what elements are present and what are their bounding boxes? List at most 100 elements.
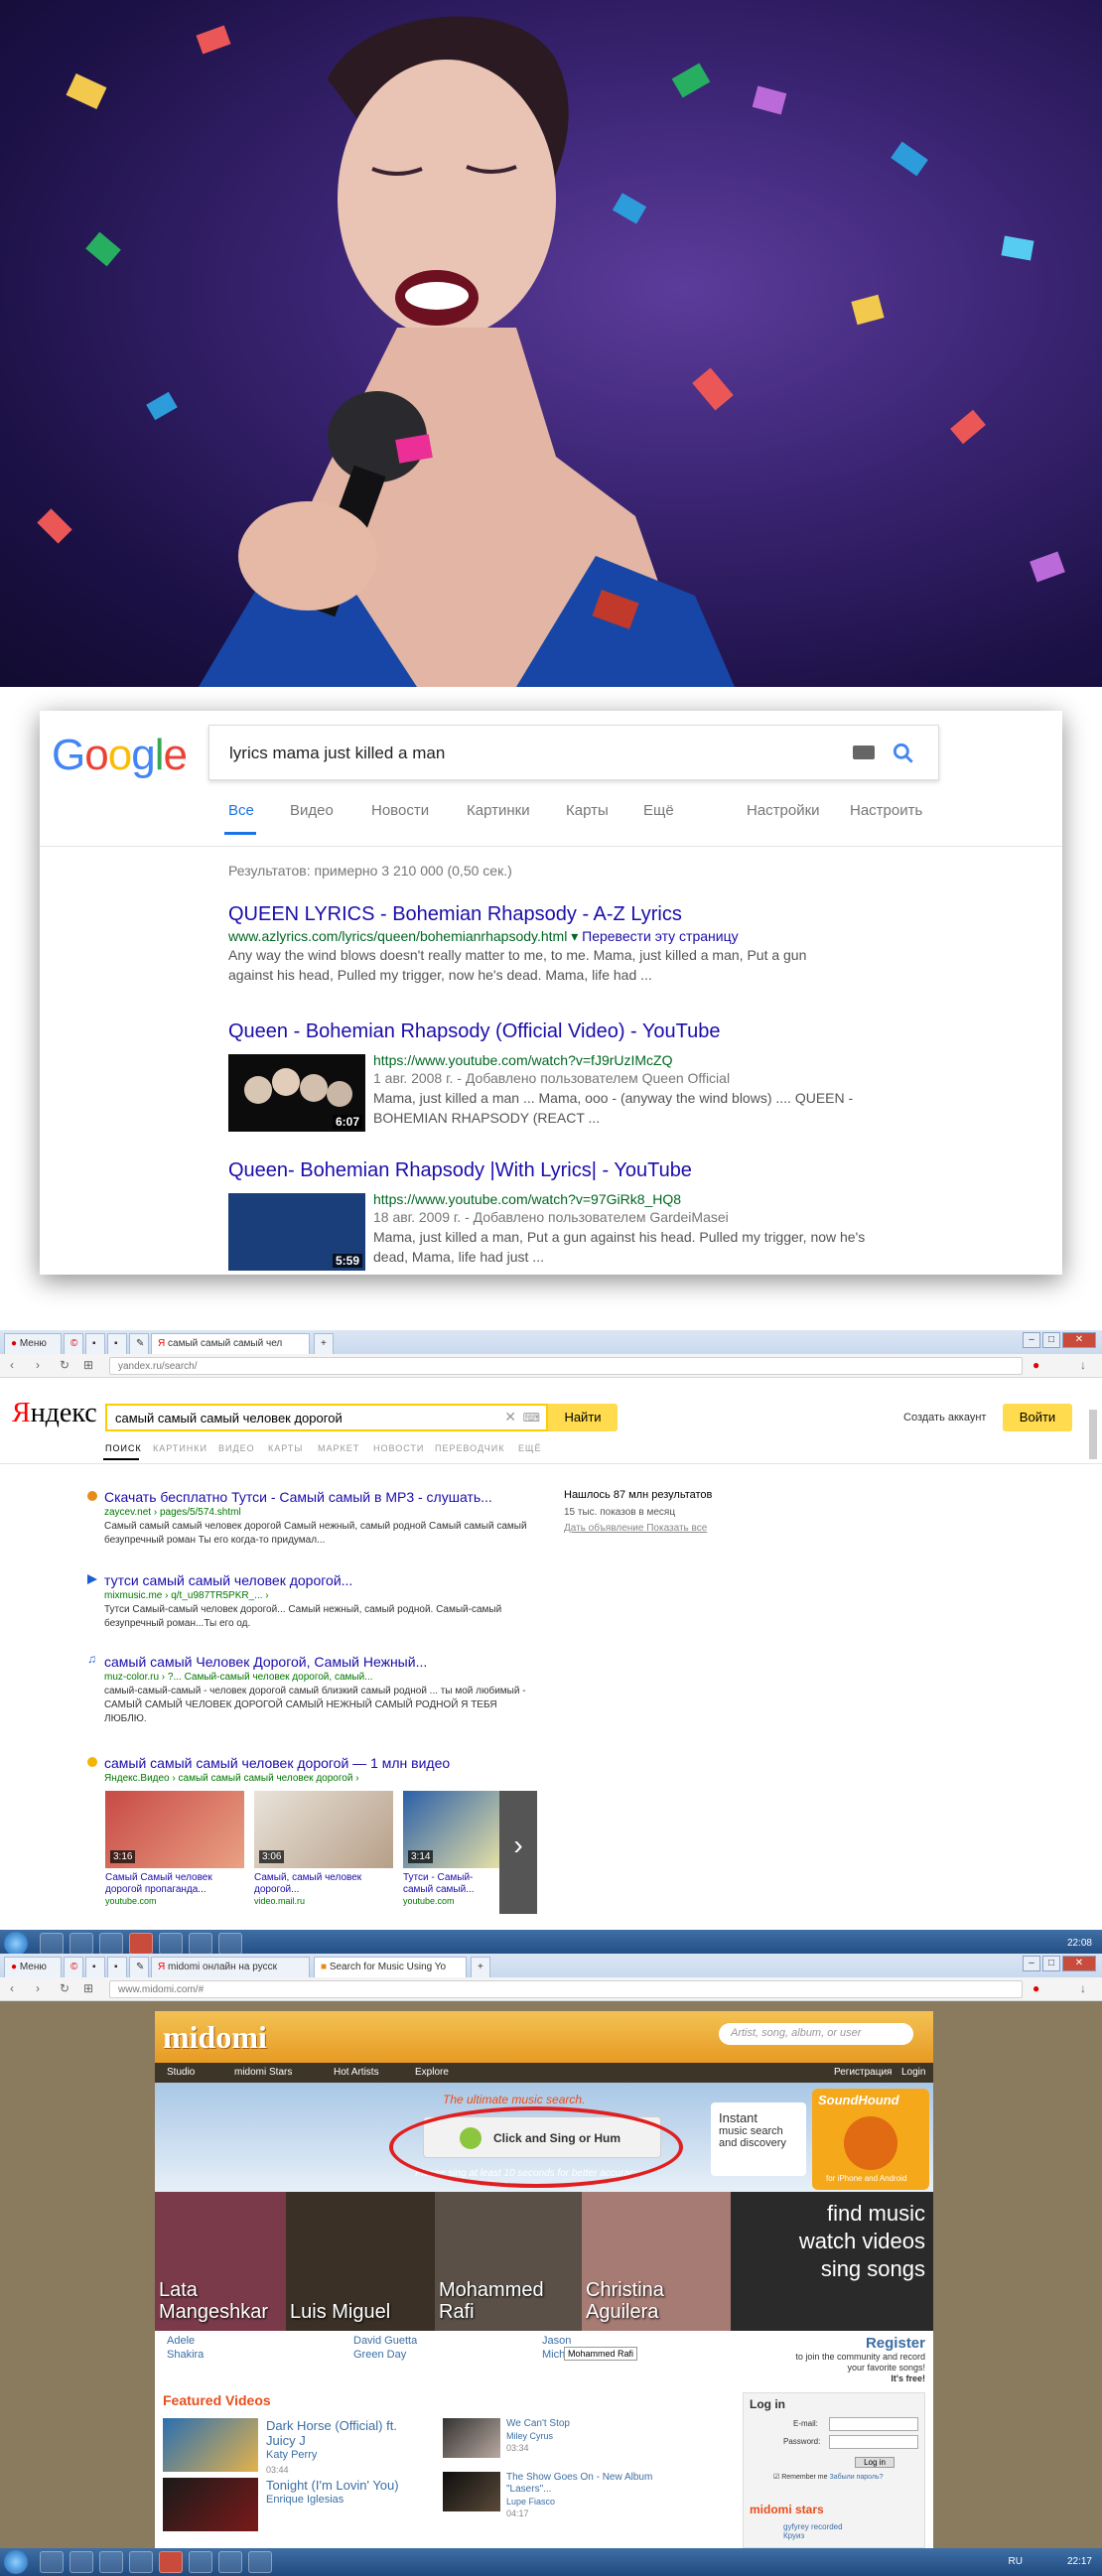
- artist-tile[interactable]: Lata Mangeshkar: [155, 2192, 286, 2331]
- star-entry[interactable]: gyfyrey recorded Круиз: [783, 2522, 843, 2540]
- tab-pinned[interactable]: ▪: [85, 1333, 105, 1354]
- video-caption[interactable]: Самый Самый человек дорогой пропаганда..…: [105, 1872, 244, 1896]
- taskbar-app[interactable]: [99, 2551, 123, 2573]
- forward-icon[interactable]: ›: [36, 1358, 40, 1372]
- taskbar-app[interactable]: [248, 2551, 272, 2573]
- yandex-search-button[interactable]: Найти: [548, 1404, 618, 1431]
- download-icon[interactable]: ↓: [1080, 1981, 1086, 1995]
- result-url[interactable]: https://www.youtube.com/watch?v=fJ9rUzIM…: [373, 1052, 1029, 1068]
- tab-pinned[interactable]: ▪: [85, 1957, 105, 1977]
- google-search-box[interactable]: lyrics mama just killed a man: [208, 725, 939, 780]
- video-title[interactable]: We Can't Stop Miley Cyrus 03:34: [506, 2418, 665, 2454]
- nav-news[interactable]: НОВОСТИ: [373, 1443, 424, 1453]
- taskbar-app[interactable]: [159, 1933, 183, 1955]
- taskbar-app[interactable]: [40, 1933, 64, 1955]
- artist-tile[interactable]: Mohammed Rafi: [435, 2192, 582, 2331]
- video-card[interactable]: 3:16 Самый Самый человек дорогой пропага…: [105, 1791, 244, 1906]
- artist-link[interactable]: Shakira: [167, 2349, 204, 2361]
- taskbar-app[interactable]: [189, 1933, 212, 1955]
- minimize-button[interactable]: –: [1023, 1332, 1040, 1348]
- yandex-search-box[interactable]: самый самый самый человек дорогой ✕ ⌨: [105, 1404, 548, 1431]
- login-top-link[interactable]: Login: [901, 2067, 925, 2078]
- minimize-button[interactable]: –: [1023, 1956, 1040, 1971]
- new-tab-button[interactable]: +: [314, 1333, 334, 1354]
- nav-maps[interactable]: КАРТЫ: [268, 1443, 303, 1453]
- result-title[interactable]: самый самый самый человек дорогой — 1 мл…: [104, 1755, 450, 1771]
- carousel-next-button[interactable]: ›: [499, 1791, 537, 1914]
- video-thumbnail[interactable]: [443, 2472, 500, 2511]
- result-url[interactable]: zaycev.net › pages/5/574.shtml: [104, 1507, 241, 1518]
- video-thumbnail[interactable]: 5:59: [228, 1193, 365, 1271]
- nav-explore[interactable]: Explore: [415, 2067, 449, 2078]
- result-title[interactable]: самый самый Человек Дорогой, Самый Нежны…: [104, 1654, 427, 1670]
- google-logo[interactable]: Google: [52, 731, 188, 780]
- video-artist[interactable]: Enrique Iglesias: [266, 2493, 425, 2508]
- video-thumbnail[interactable]: [443, 2418, 500, 2458]
- taskbar-app[interactable]: [69, 1933, 93, 1955]
- result-title[interactable]: тутси самый самый человек дорогой...: [104, 1572, 352, 1588]
- remember-checkbox[interactable]: ☑: [773, 2474, 779, 2481]
- taskbar-app[interactable]: [218, 1933, 242, 1955]
- nav-translate[interactable]: ПЕРЕВОДЧИК: [435, 1443, 504, 1453]
- artist-link[interactable]: David Guetta: [353, 2335, 417, 2347]
- tab-all[interactable]: Все: [228, 802, 254, 819]
- video-card[interactable]: 3:06 Самый, самый человек дорогой... vid…: [254, 1791, 393, 1906]
- video-thumbnail[interactable]: [163, 2418, 258, 2472]
- tab-pinned[interactable]: ✎: [129, 1333, 149, 1354]
- tab-settings[interactable]: Настройки: [747, 802, 820, 819]
- video-title[interactable]: Tonight (I'm Lovin' You) Enrique Iglesia…: [266, 2478, 425, 2508]
- maximize-button[interactable]: □: [1042, 1956, 1060, 1971]
- video-thumbnail[interactable]: 6:07: [228, 1054, 365, 1132]
- nav-more[interactable]: ЕЩЁ: [518, 1443, 541, 1453]
- video-thumbnail[interactable]: 3:16: [105, 1791, 244, 1868]
- soundhound-promo[interactable]: SoundHound for iPhone and Android: [812, 2089, 929, 2190]
- video-title[interactable]: Dark Horse (Official) ft. Juicy J Katy P…: [266, 2418, 425, 2478]
- yandex-login-button[interactable]: Войти: [1003, 1404, 1072, 1431]
- create-account-link[interactable]: Создать аккаунт: [903, 1412, 986, 1424]
- nav-video[interactable]: ВИДЕО: [218, 1443, 255, 1453]
- tab-pinned[interactable]: ✎: [129, 1957, 149, 1977]
- register-top-link[interactable]: Регистрация: [834, 2067, 892, 2078]
- taskbar-app[interactable]: [189, 2551, 212, 2573]
- forgot-password-link[interactable]: Забыли пароль?: [829, 2474, 883, 2481]
- video-title[interactable]: The Show Goes On - New Album "Lasers"...…: [506, 2472, 665, 2519]
- taskbar-clock[interactable]: 22:08: [1067, 1938, 1092, 1949]
- midomi-logo[interactable]: midomi: [163, 2019, 267, 2056]
- start-button[interactable]: [4, 2550, 28, 2574]
- new-tab-button[interactable]: +: [471, 1957, 490, 1977]
- taskbar-app[interactable]: [218, 2551, 242, 2573]
- taskbar-app-opera[interactable]: [159, 2551, 183, 2573]
- tab-images[interactable]: Картинки: [467, 802, 530, 819]
- video-artist[interactable]: Lupe Fiasco: [506, 2496, 665, 2508]
- video-thumbnail[interactable]: 3:06: [254, 1791, 393, 1868]
- nav-studio[interactable]: Studio: [167, 2067, 195, 2078]
- taskbar-clock[interactable]: 22:17: [1067, 2556, 1092, 2567]
- back-icon[interactable]: ‹: [10, 1981, 14, 1995]
- yandex-search-query[interactable]: самый самый самый человек дорогой: [115, 1411, 343, 1425]
- result-url[interactable]: https://www.youtube.com/watch?v=97GiRk8_…: [373, 1191, 1029, 1207]
- clear-icon[interactable]: ✕: [504, 1409, 516, 1425]
- language-indicator[interactable]: RU: [1009, 2556, 1023, 2567]
- result-title[interactable]: Queen - Bohemian Rhapsody (Official Vide…: [228, 1020, 1042, 1043]
- nav-images[interactable]: КАРТИНКИ: [153, 1443, 207, 1453]
- yandex-logo[interactable]: Яндекс: [12, 1398, 97, 1429]
- result-title[interactable]: QUEEN LYRICS - Bohemian Rhapsody - A-Z L…: [228, 903, 1042, 926]
- video-thumbnail[interactable]: 3:14: [403, 1791, 502, 1868]
- tab-news[interactable]: Новости: [371, 802, 429, 819]
- adblock-icon[interactable]: ●: [1033, 1358, 1039, 1372]
- tab-pinned[interactable]: ▪: [107, 1957, 127, 1977]
- nav-search[interactable]: ПОИСК: [105, 1443, 142, 1453]
- tab-menu[interactable]: ● Меню: [4, 1333, 62, 1354]
- video-caption[interactable]: Самый, самый человек дорогой...: [254, 1872, 393, 1896]
- search-icon[interactable]: [891, 741, 916, 766]
- artist-link[interactable]: Adele: [167, 2335, 195, 2347]
- video-artist[interactable]: Katy Perry: [266, 2448, 425, 2463]
- tab-pinned[interactable]: ▪: [107, 1333, 127, 1354]
- result-title[interactable]: Queen- Bohemian Rhapsody |With Lyrics| -…: [228, 1159, 1042, 1182]
- nav-market[interactable]: МАРКЕТ: [318, 1443, 359, 1453]
- google-search-query[interactable]: lyrics mama just killed a man: [229, 744, 445, 763]
- taskbar-app[interactable]: [99, 1933, 123, 1955]
- taskbar-app[interactable]: [129, 2551, 153, 2573]
- back-icon[interactable]: ‹: [10, 1358, 14, 1372]
- video-caption[interactable]: Тутси - Самый-самый самый...: [403, 1872, 502, 1896]
